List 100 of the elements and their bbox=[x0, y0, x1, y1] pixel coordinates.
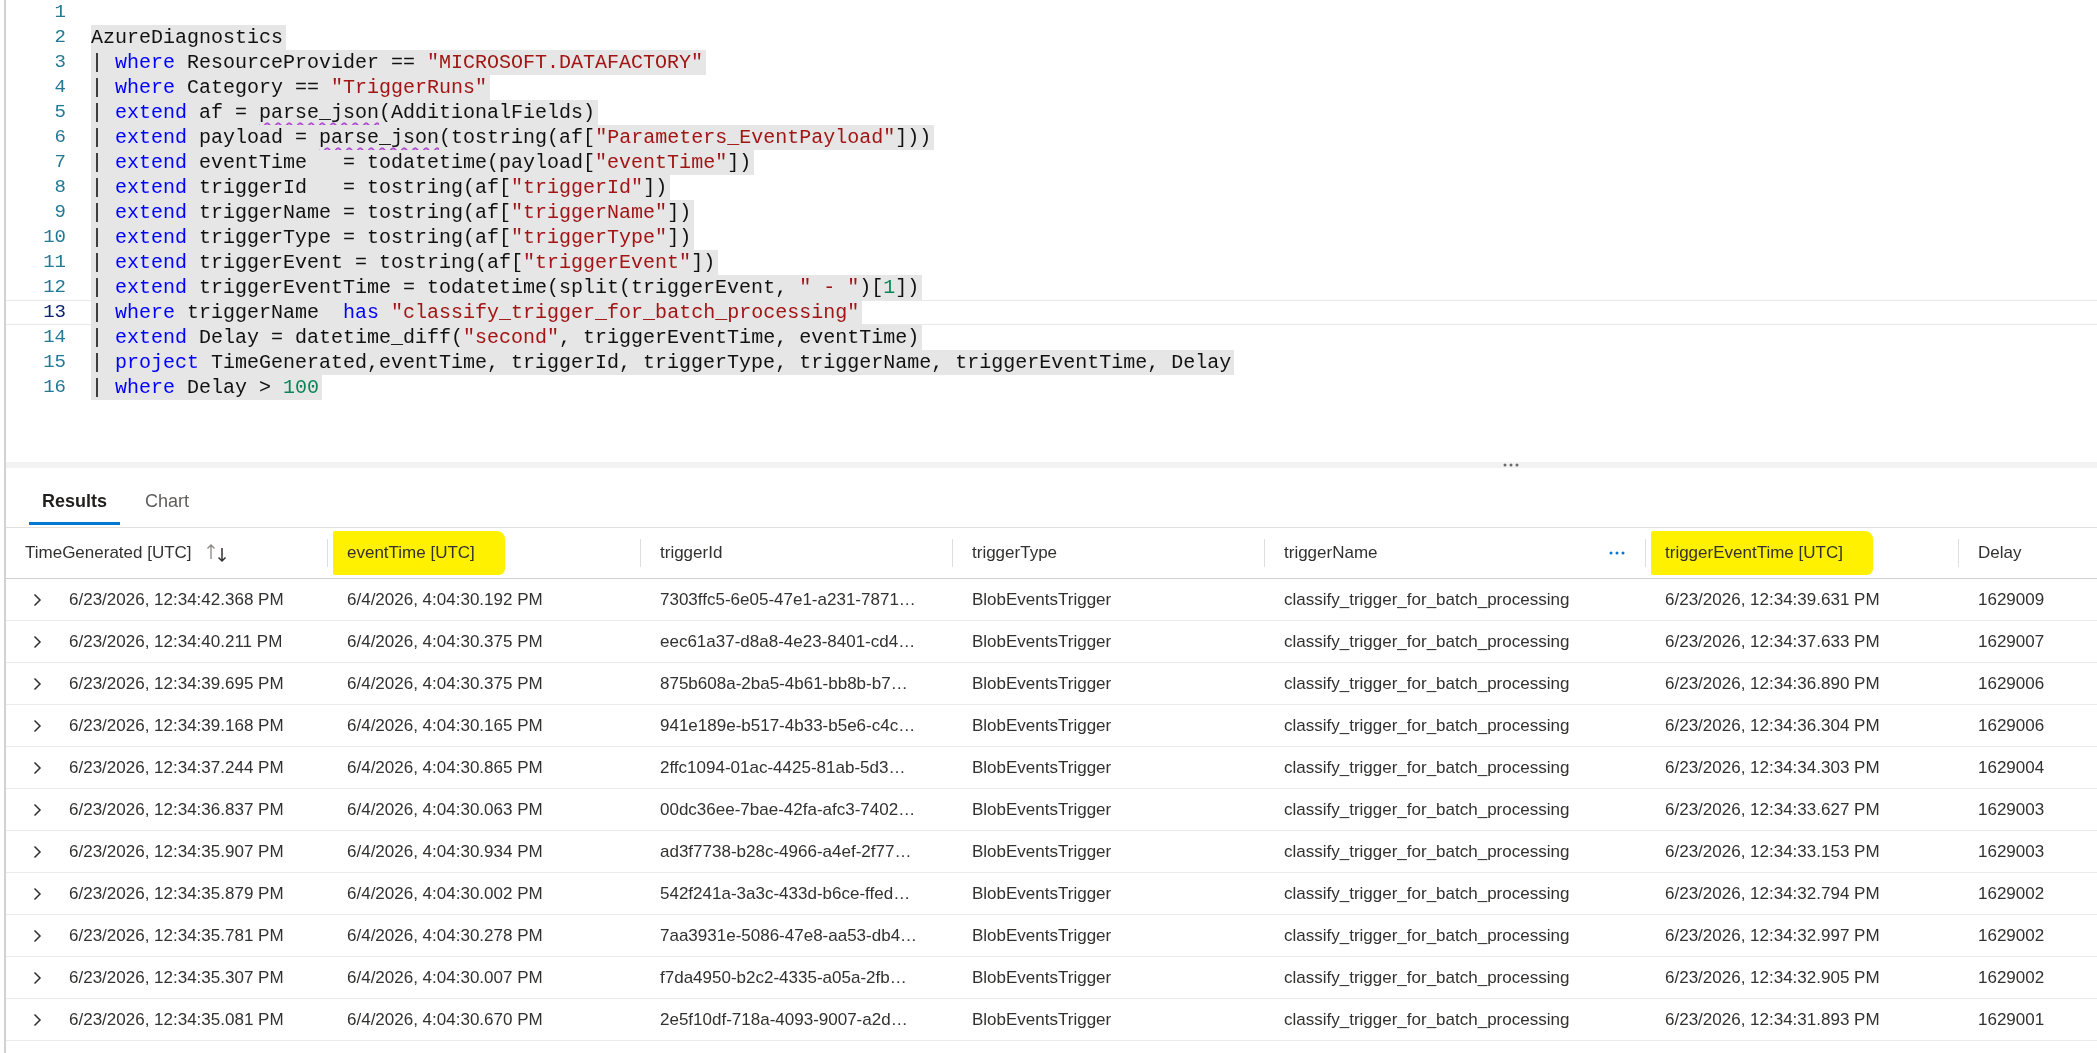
line-number: 4 bbox=[54, 75, 66, 100]
table-cell: 6/23/2026, 12:34:31.893 PM bbox=[1665, 1009, 1880, 1030]
chevron-icon[interactable] bbox=[33, 718, 42, 733]
table-cell: BlobEventsTrigger bbox=[972, 967, 1112, 988]
table-cell: BlobEventsTrigger bbox=[972, 715, 1112, 736]
table-cell: 6/23/2026, 12:34:33.153 PM bbox=[1665, 841, 1880, 862]
table-cell: 6/23/2026, 12:34:36.890 PM bbox=[1665, 673, 1880, 694]
more-options-icon[interactable] bbox=[1609, 551, 1625, 555]
table-cell: 6/4/2026, 4:04:30.670 PM bbox=[347, 1009, 543, 1030]
table-cell: 00dc36ee-7bae-42fa-afc3-7402… bbox=[660, 799, 916, 820]
table-cell: 6/23/2026, 12:34:35.879 PM bbox=[69, 883, 284, 904]
table-cell: classify_trigger_for_batch_processing bbox=[1284, 967, 1570, 988]
table-cell: 1629006 bbox=[1978, 673, 2045, 694]
table-cell: 6/23/2026, 12:34:33.627 PM bbox=[1665, 799, 1880, 820]
line-number: 6 bbox=[54, 125, 66, 150]
table-cell: 6/4/2026, 4:04:30.375 PM bbox=[347, 673, 543, 694]
table-cell: 6/4/2026, 4:04:30.934 PM bbox=[347, 841, 543, 862]
table-cell: BlobEventsTrigger bbox=[972, 841, 1112, 862]
table-cell: 6/23/2026, 12:34:36.837 PM bbox=[69, 799, 284, 820]
table-cell: 6/4/2026, 4:04:30.865 PM bbox=[347, 757, 543, 778]
table-cell: BlobEventsTrigger bbox=[972, 673, 1112, 694]
chevron-icon[interactable] bbox=[33, 1012, 42, 1027]
table-cell: classify_trigger_for_batch_processing bbox=[1284, 883, 1570, 904]
table-cell: 1629002 bbox=[1978, 925, 2045, 946]
table-cell: BlobEventsTrigger bbox=[972, 589, 1112, 610]
table-cell: 6/23/2026, 12:34:37.633 PM bbox=[1665, 631, 1880, 652]
table-cell: 1629001 bbox=[1978, 1009, 2045, 1030]
column-header[interactable]: TimeGenerated [UTC] bbox=[25, 543, 192, 563]
line-number: 14 bbox=[43, 325, 66, 350]
chevron-icon[interactable] bbox=[33, 676, 42, 691]
table-cell: 6/23/2026, 12:34:39.695 PM bbox=[69, 673, 284, 694]
table-cell: 1629003 bbox=[1978, 841, 2045, 862]
table-cell: 6/4/2026, 4:04:30.165 PM bbox=[347, 715, 543, 736]
line-number: 12 bbox=[43, 275, 66, 300]
chevron-icon[interactable] bbox=[33, 760, 42, 775]
table-cell: 6/4/2026, 4:04:30.002 PM bbox=[347, 883, 543, 904]
table-cell: 6/23/2026, 12:34:37.244 PM bbox=[69, 757, 284, 778]
line-number: 7 bbox=[54, 150, 66, 175]
column-header[interactable]: triggerId bbox=[660, 543, 723, 563]
line-number: 9 bbox=[54, 200, 66, 225]
table-cell: 1629006 bbox=[1978, 715, 2045, 736]
table-cell: 6/4/2026, 4:04:30.063 PM bbox=[347, 799, 543, 820]
table-cell: eec61a37-d8a8-4e23-8401-cd4… bbox=[660, 631, 916, 652]
table-cell: BlobEventsTrigger bbox=[972, 631, 1112, 652]
line-number: 11 bbox=[43, 250, 66, 275]
table-cell: 6/23/2026, 12:34:32.997 PM bbox=[1665, 925, 1880, 946]
chevron-icon[interactable] bbox=[33, 802, 42, 817]
column-header[interactable]: triggerEventTime [UTC] bbox=[1651, 531, 1873, 575]
line-number: 8 bbox=[54, 175, 66, 200]
line-number: 2 bbox=[54, 25, 66, 50]
chevron-icon[interactable] bbox=[33, 970, 42, 985]
table-cell: 6/23/2026, 12:34:35.307 PM bbox=[69, 967, 284, 988]
line-number: 5 bbox=[54, 100, 66, 125]
table-cell: classify_trigger_for_batch_processing bbox=[1284, 799, 1570, 820]
table-cell: BlobEventsTrigger bbox=[972, 757, 1112, 778]
table-cell: 7aa3931e-5086-47e8-aa53-db4… bbox=[660, 925, 918, 946]
table-cell: 6/23/2026, 12:34:35.081 PM bbox=[69, 1009, 284, 1030]
table-cell: 2e5f10df-718a-4093-9007-a2d… bbox=[660, 1009, 908, 1030]
table-cell: classify_trigger_for_batch_processing bbox=[1284, 673, 1570, 694]
table-cell: 6/23/2026, 12:34:39.631 PM bbox=[1665, 589, 1880, 610]
table-cell: 1629007 bbox=[1978, 631, 2045, 652]
chevron-icon[interactable] bbox=[33, 592, 42, 607]
table-cell: classify_trigger_for_batch_processing bbox=[1284, 715, 1570, 736]
table-cell: classify_trigger_for_batch_processing bbox=[1284, 841, 1570, 862]
table-cell: 6/23/2026, 12:34:42.368 PM bbox=[69, 589, 284, 610]
table-cell: 1629003 bbox=[1978, 799, 2045, 820]
table-cell: ad3f7738-b28c-4966-a4ef-2f77… bbox=[660, 841, 912, 862]
table-cell: 6/23/2026, 12:34:39.168 PM bbox=[69, 715, 284, 736]
table-cell: classify_trigger_for_batch_processing bbox=[1284, 589, 1570, 610]
table-cell: 7303ffc5-6e05-47e1-a231-7871… bbox=[660, 589, 916, 610]
table-cell: 6/4/2026, 4:04:30.007 PM bbox=[347, 967, 543, 988]
chevron-icon[interactable] bbox=[33, 928, 42, 943]
column-header[interactable]: eventTime [UTC] bbox=[333, 531, 505, 575]
table-cell: 6/4/2026, 4:04:30.375 PM bbox=[347, 631, 543, 652]
table-cell: 6/23/2026, 12:34:35.781 PM bbox=[69, 925, 284, 946]
drag-handle-icon[interactable] bbox=[1503, 463, 1520, 467]
column-header[interactable]: triggerName bbox=[1284, 543, 1378, 563]
line-number: 15 bbox=[43, 350, 66, 375]
table-cell: 1629004 bbox=[1978, 757, 2045, 778]
table-cell: 875b608a-2ba5-4b61-bb8b-b7… bbox=[660, 673, 908, 694]
tab[interactable]: Chart bbox=[132, 481, 203, 525]
chevron-icon[interactable] bbox=[33, 844, 42, 859]
table-cell: classify_trigger_for_batch_processing bbox=[1284, 1009, 1570, 1030]
line-number: 1 bbox=[54, 0, 66, 25]
table-cell: 941e189e-b517-4b33-b5e6-c4c… bbox=[660, 715, 916, 736]
column-header[interactable]: Delay bbox=[1978, 543, 2022, 563]
chevron-icon[interactable] bbox=[33, 634, 42, 649]
line-number: 10 bbox=[43, 225, 66, 250]
table-cell: 6/23/2026, 12:34:35.907 PM bbox=[69, 841, 284, 862]
line-number: 3 bbox=[54, 50, 66, 75]
line-number: 13 bbox=[43, 300, 66, 325]
table-cell: 1629009 bbox=[1978, 589, 2045, 610]
table-cell: BlobEventsTrigger bbox=[972, 925, 1112, 946]
table-cell: classify_trigger_for_batch_processing bbox=[1284, 757, 1570, 778]
chevron-icon[interactable] bbox=[33, 886, 42, 901]
tab[interactable]: Results bbox=[29, 481, 121, 525]
column-header[interactable]: triggerType bbox=[972, 543, 1058, 563]
table-cell: 1629002 bbox=[1978, 967, 2045, 988]
table-cell: BlobEventsTrigger bbox=[972, 1009, 1112, 1030]
table-cell: 6/23/2026, 12:34:36.304 PM bbox=[1665, 715, 1880, 736]
